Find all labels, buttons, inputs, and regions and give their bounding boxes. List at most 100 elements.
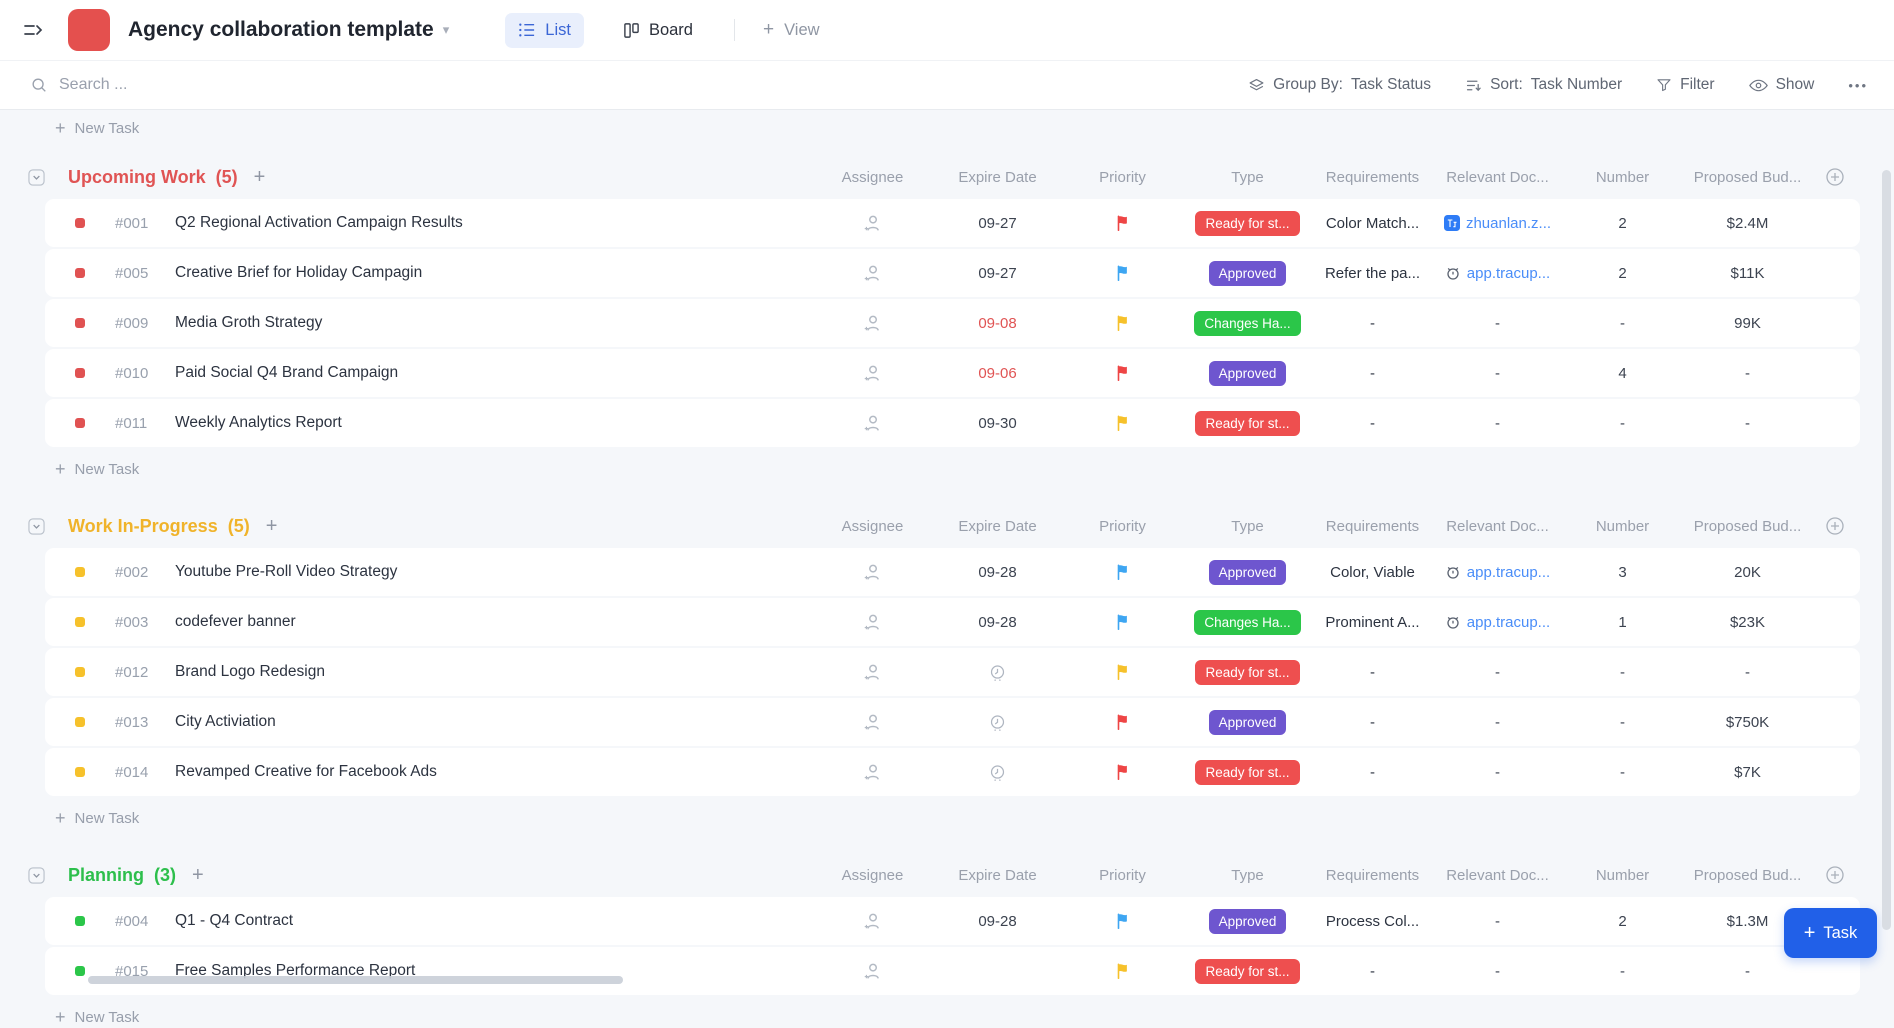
type-cell[interactable]: Changes Ha... — [1185, 311, 1310, 336]
task-title[interactable]: City Activiation — [175, 713, 276, 731]
add-assignee-icon[interactable] — [862, 313, 883, 334]
requirements-cell[interactable]: - — [1310, 664, 1435, 681]
task-row[interactable]: #010 Paid Social Q4 Brand Campaign 09-06… — [45, 349, 1860, 397]
column-header[interactable]: Relevant Doc... — [1435, 867, 1560, 884]
search-input[interactable] — [57, 75, 481, 95]
type-badge[interactable]: Ready for st... — [1195, 760, 1299, 785]
assignee-cell[interactable] — [810, 263, 935, 284]
requirements-cell[interactable]: - — [1310, 365, 1435, 382]
column-header[interactable]: Priority — [1060, 169, 1185, 186]
task-title[interactable]: Media Groth Strategy — [175, 314, 322, 332]
add-assignee-icon[interactable] — [862, 961, 883, 982]
number-cell[interactable]: 4 — [1560, 365, 1685, 382]
task-row[interactable]: #005 Creative Brief for Holiday Campagin… — [45, 249, 1860, 297]
filter-button[interactable]: Filter — [1656, 76, 1714, 94]
budget-cell[interactable]: - — [1685, 963, 1810, 980]
priority-cell[interactable] — [1060, 264, 1185, 282]
group-title[interactable]: Work In-Progress — [68, 516, 218, 537]
type-badge[interactable]: Changes Ha... — [1194, 610, 1300, 635]
assignee-cell[interactable] — [810, 313, 935, 334]
relevant-doc-cell[interactable]: - — [1435, 365, 1560, 382]
expire-date-cell[interactable] — [935, 663, 1060, 682]
task-row[interactable]: #003 codefever banner 09-28 Changes Ha..… — [45, 598, 1860, 646]
add-column-icon[interactable] — [1810, 167, 1860, 187]
doc-link[interactable]: - — [1495, 664, 1500, 681]
requirements-cell[interactable]: - — [1310, 315, 1435, 332]
type-badge[interactable]: Ready for st... — [1195, 959, 1299, 984]
budget-cell[interactable]: $2.4M — [1685, 215, 1810, 232]
doc-link[interactable]: zhuanlan.z... — [1466, 215, 1551, 232]
assignee-cell[interactable] — [810, 363, 935, 384]
type-cell[interactable]: Changes Ha... — [1185, 610, 1310, 635]
requirements-cell[interactable]: Color Match... — [1310, 215, 1435, 232]
group-by-control[interactable]: Group By: Task Status — [1248, 76, 1431, 94]
doc-link[interactable]: - — [1495, 764, 1500, 781]
type-cell[interactable]: Approved — [1185, 261, 1310, 286]
task-title[interactable]: Revamped Creative for Facebook Ads — [175, 763, 437, 781]
expire-date-cell[interactable]: 09-30 — [935, 415, 1060, 432]
column-header[interactable]: Type — [1185, 867, 1310, 884]
add-assignee-icon[interactable] — [862, 213, 883, 234]
new-task-button[interactable]: + New Task — [55, 459, 139, 480]
budget-cell[interactable]: $750K — [1685, 714, 1810, 731]
type-cell[interactable]: Ready for st... — [1185, 660, 1310, 685]
task-title[interactable]: Weekly Analytics Report — [175, 414, 342, 432]
type-badge[interactable]: Changes Ha... — [1194, 311, 1300, 336]
requirements-cell[interactable]: - — [1310, 963, 1435, 980]
budget-cell[interactable]: 20K — [1685, 564, 1810, 581]
search-box[interactable] — [30, 75, 1248, 95]
doc-link[interactable]: app.tracup... — [1467, 265, 1550, 282]
doc-link[interactable]: - — [1495, 415, 1500, 432]
assignee-cell[interactable] — [810, 213, 935, 234]
assignee-cell[interactable] — [810, 712, 935, 733]
add-assignee-icon[interactable] — [862, 911, 883, 932]
column-header[interactable]: Relevant Doc... — [1435, 169, 1560, 186]
assignee-cell[interactable] — [810, 413, 935, 434]
add-assignee-icon[interactable] — [862, 662, 883, 683]
task-row[interactable]: #004 Q1 - Q4 Contract 09-28 Approved Pro… — [45, 897, 1860, 945]
number-cell[interactable]: - — [1560, 664, 1685, 681]
assignee-cell[interactable] — [810, 762, 935, 783]
add-task-to-group-icon[interactable]: + — [266, 515, 278, 538]
expire-date-cell[interactable]: 09-27 — [935, 265, 1060, 282]
type-cell[interactable]: Ready for st... — [1185, 411, 1310, 436]
add-column-icon[interactable] — [1810, 865, 1860, 885]
number-cell[interactable]: 2 — [1560, 215, 1685, 232]
type-badge[interactable]: Ready for st... — [1195, 211, 1299, 236]
assignee-cell[interactable] — [810, 562, 935, 583]
number-cell[interactable]: - — [1560, 714, 1685, 731]
collapse-group-icon[interactable] — [28, 169, 45, 186]
relevant-doc-cell[interactable]: app.tracup... — [1435, 614, 1560, 631]
type-cell[interactable]: Approved — [1185, 361, 1310, 386]
task-title[interactable]: Creative Brief for Holiday Campagin — [175, 264, 422, 282]
column-header[interactable]: Relevant Doc... — [1435, 518, 1560, 535]
more-options-button[interactable]: ••• — [1848, 78, 1868, 93]
vertical-scrollbar[interactable] — [1882, 170, 1891, 930]
column-header[interactable]: Assignee — [810, 518, 935, 535]
add-column-icon[interactable] — [1810, 516, 1860, 536]
priority-cell[interactable] — [1060, 663, 1185, 681]
type-cell[interactable]: Ready for st... — [1185, 959, 1310, 984]
priority-cell[interactable] — [1060, 763, 1185, 781]
expire-date-cell[interactable]: 09-06 — [935, 365, 1060, 382]
collapse-group-icon[interactable] — [28, 518, 45, 535]
priority-cell[interactable] — [1060, 214, 1185, 232]
task-row[interactable]: #012 Brand Logo Redesign Ready for st...… — [45, 648, 1860, 696]
priority-cell[interactable] — [1060, 962, 1185, 980]
task-row[interactable]: #009 Media Groth Strategy 09-08 Changes … — [45, 299, 1860, 347]
expire-date-cell[interactable]: 09-27 — [935, 215, 1060, 232]
relevant-doc-cell[interactable]: - — [1435, 664, 1560, 681]
column-header[interactable]: Number — [1560, 169, 1685, 186]
new-task-button[interactable]: + New Task — [55, 808, 139, 829]
assignee-cell[interactable] — [810, 911, 935, 932]
add-task-to-group-icon[interactable]: + — [192, 864, 204, 887]
priority-cell[interactable] — [1060, 713, 1185, 731]
column-header[interactable]: Proposed Bud... — [1685, 867, 1810, 884]
horizontal-scrollbar[interactable] — [88, 976, 623, 984]
relevant-doc-cell[interactable]: - — [1435, 315, 1560, 332]
column-header[interactable]: Expire Date — [935, 867, 1060, 884]
tab-board[interactable]: Board — [610, 13, 706, 48]
priority-cell[interactable] — [1060, 314, 1185, 332]
task-row[interactable]: #011 Weekly Analytics Report 09-30 Ready… — [45, 399, 1860, 447]
type-badge[interactable]: Approved — [1209, 261, 1287, 286]
